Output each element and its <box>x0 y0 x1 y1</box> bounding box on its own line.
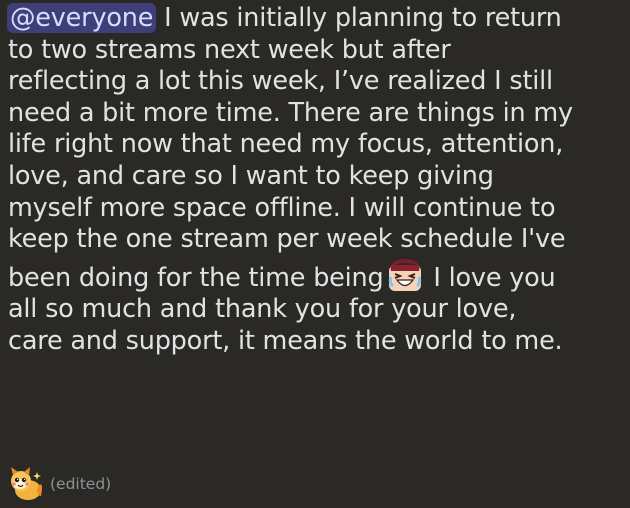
message-line-4: need a bit more time. There are things i… <box>8 97 573 128</box>
message-line-1: @everyone I was initially planning to re… <box>7 3 624 35</box>
message-line-9: been doing for the time being I love you <box>8 256 624 295</box>
message-line-5: life right now that need my focus, atten… <box>8 129 564 160</box>
message-footer: (edited) <box>8 466 111 502</box>
message-line-11: care and support, it means the world to … <box>8 325 563 356</box>
message-text-9a: been doing for the time being <box>8 262 384 293</box>
chat-message: @everyone I was initially planning to re… <box>7 3 624 358</box>
message-text-9b: I love you <box>425 262 556 293</box>
crying-laughing-girl-emoji-icon[interactable] <box>386 256 424 294</box>
message-line-3: reflecting a lot this week, I’ve realize… <box>8 66 553 97</box>
message-line-2: to two streams next week but after <box>8 34 451 65</box>
message-line-7: myself more space offline. I will contin… <box>8 192 556 223</box>
message-line-8: keep the one stream per week schedule I'… <box>8 224 566 255</box>
everyone-mention[interactable]: @everyone <box>7 3 157 33</box>
message-line-6: love, and care so I want to keep giving <box>8 160 494 191</box>
message-text-1: I was initially planning to return <box>156 3 562 33</box>
fox-character-emoji-icon[interactable] <box>8 466 44 502</box>
message-line-10: all so much and thank you for your love, <box>8 294 517 325</box>
edited-label: (edited) <box>50 475 112 493</box>
